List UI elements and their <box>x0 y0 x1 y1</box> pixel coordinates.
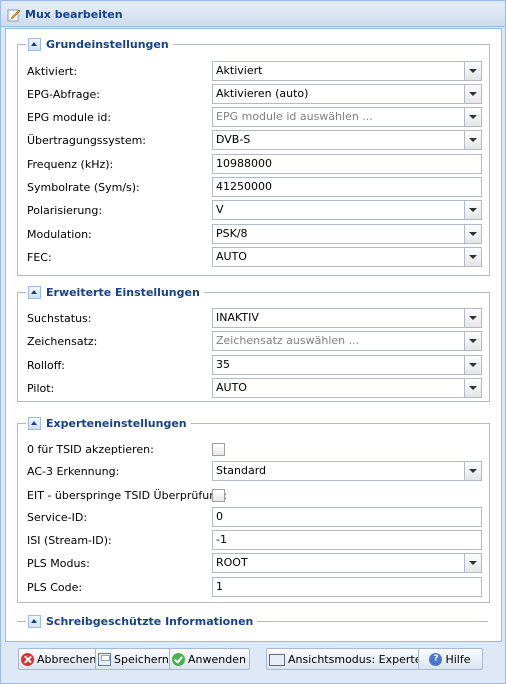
label-pls-code: PLS Code: <box>27 581 83 594</box>
view-mode-icon <box>269 653 285 666</box>
label-frequenz: Frequenz (kHz): <box>27 158 114 171</box>
chevron-down-icon[interactable] <box>464 108 481 126</box>
label-pls-modus: PLS Modus: <box>27 557 90 570</box>
fieldset-basic-legend[interactable]: Grundeinstellungen <box>26 37 173 51</box>
epg-abfrage-combo[interactable]: Aktivieren (auto) <box>212 84 482 104</box>
label-suchstatus: Suchstatus: <box>27 312 92 325</box>
chevron-down-icon[interactable] <box>464 554 481 572</box>
apply-button[interactable]: Anwenden <box>169 648 250 670</box>
polarisierung-combo[interactable]: V <box>212 200 482 220</box>
chevron-down-icon[interactable] <box>464 248 481 266</box>
service-id-input[interactable]: 0 <box>212 507 482 527</box>
eit-skip-tsid-checkbox[interactable] <box>212 489 225 502</box>
cancel-icon <box>21 652 34 666</box>
label-service-id: Service-ID: <box>27 511 88 524</box>
suchstatus-combo[interactable]: INAKTIV <box>212 308 482 328</box>
label-pilot: Pilot: <box>27 382 55 395</box>
apply-check-icon <box>172 652 185 666</box>
label-eit-skip-tsid: EIT - überspringe TSID Überprüfung: <box>27 489 227 502</box>
label-epg-module-id: EPG module id: <box>27 111 112 124</box>
mux-edit-window: Mux bearbeiten Grundeinstellungen Aktivi… <box>0 0 506 684</box>
label-epg-abfrage: EPG-Abfrage: <box>27 88 100 101</box>
collapse-toggle-icon[interactable] <box>28 37 41 51</box>
window-title: Mux bearbeiten <box>25 8 123 21</box>
label-polarisierung: Polarisierung: <box>27 204 103 217</box>
help-button[interactable]: ? Hilfe <box>418 648 483 670</box>
chevron-down-icon[interactable] <box>464 356 481 374</box>
chevron-down-icon[interactable] <box>464 85 481 103</box>
modulation-combo[interactable]: PSK/8 <box>212 224 482 244</box>
fieldset-readonly-legend[interactable]: Schreibgeschützte Informationen <box>26 614 258 628</box>
window-titlebar[interactable]: Mux bearbeiten <box>1 4 505 27</box>
chevron-down-icon[interactable] <box>464 225 481 243</box>
edit-icon <box>7 9 21 22</box>
pilot-combo[interactable]: AUTO <box>212 378 482 398</box>
pls-modus-combo[interactable]: ROOT <box>212 553 482 573</box>
symbolrate-input[interactable]: 41250000 <box>212 177 482 197</box>
uebertragungssystem-combo[interactable]: DVB-S <box>212 130 482 150</box>
label-modulation: Modulation: <box>27 228 92 241</box>
cancel-button[interactable]: Abbrechen <box>18 648 101 670</box>
epg-module-id-combo[interactable]: EPG module id auswählen ... <box>212 107 482 127</box>
label-isi-stream-id: ISI (Stream-ID): <box>27 534 112 547</box>
chevron-down-icon[interactable] <box>464 62 481 80</box>
expand-toggle-icon[interactable] <box>28 614 41 628</box>
label-symbolrate: Symbolrate (Sym/s): <box>27 181 140 194</box>
label-zeichensatz: Zeichensatz: <box>27 335 98 348</box>
ac3-erkennung-combo[interactable]: Standard <box>212 461 482 481</box>
chevron-down-icon[interactable] <box>464 309 481 327</box>
label-uebertragungssystem: Übertragungssystem: <box>27 134 147 147</box>
save-icon <box>98 652 111 666</box>
pls-code-input[interactable]: 1 <box>212 577 482 597</box>
chevron-down-icon[interactable] <box>464 201 481 219</box>
fec-combo[interactable]: AUTO <box>212 247 482 267</box>
aktiviert-combo[interactable]: Aktiviert <box>212 61 482 81</box>
fieldset-advanced-legend[interactable]: Erweiterte Einstellungen <box>26 285 204 299</box>
frequenz-input[interactable]: 10988000 <box>212 154 482 174</box>
chevron-down-icon[interactable] <box>464 332 481 350</box>
label-tsid-accept: 0 für TSID akzeptieren: <box>27 443 154 456</box>
save-button[interactable]: Speichern <box>95 648 173 670</box>
collapse-toggle-icon[interactable] <box>28 285 41 299</box>
label-fec: FEC: <box>27 251 52 264</box>
form-panel: Grundeinstellungen Aktiviert: Aktiviert … <box>5 28 502 642</box>
label-rolloff: Rolloff: <box>27 359 66 372</box>
label-aktiviert: Aktiviert: <box>27 65 78 78</box>
help-icon: ? <box>429 652 443 666</box>
chevron-down-icon[interactable] <box>464 462 481 480</box>
chevron-down-icon[interactable] <box>464 379 481 397</box>
isi-stream-id-input[interactable]: -1 <box>212 530 482 550</box>
zeichensatz-combo[interactable]: Zeichensatz auswählen ... <box>212 331 482 351</box>
tsid-accept-checkbox[interactable] <box>212 443 225 456</box>
button-bar: Abbrechen Speichern Anwenden Ansichtsmod… <box>1 643 505 675</box>
fieldset-expert-legend[interactable]: Experteneinstellungen <box>26 416 191 430</box>
label-ac3-erkennung: AC-3 Erkennung: <box>27 465 120 478</box>
chevron-down-icon[interactable] <box>464 131 481 149</box>
view-mode-button[interactable]: Ansichtsmodus: Experte <box>266 648 435 670</box>
collapse-toggle-icon[interactable] <box>28 416 41 430</box>
rolloff-combo[interactable]: 35 <box>212 355 482 375</box>
